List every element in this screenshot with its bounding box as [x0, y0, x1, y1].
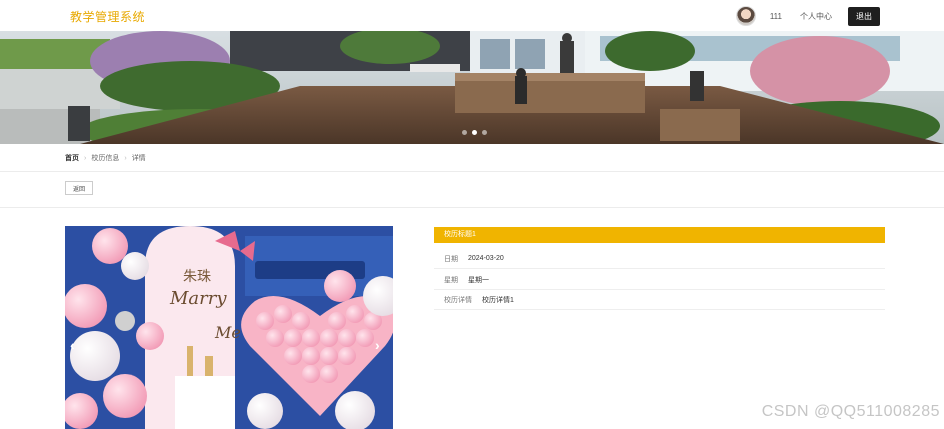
carousel-dot-active[interactable] — [472, 130, 477, 135]
carousel-dot[interactable] — [482, 130, 487, 135]
divider — [0, 171, 944, 172]
photo-text-script: Marry — [169, 288, 227, 309]
content-label: 校历详情 — [444, 296, 472, 304]
app-logo[interactable]: 教学管理系统 — [70, 8, 145, 25]
user-center-link[interactable]: 个人中心 — [800, 11, 832, 22]
carousel-prev-icon[interactable]: ‹ — [70, 338, 75, 352]
detail-image: 朱珠 Marry Me — [65, 226, 393, 429]
date-value: 2024-03-20 — [468, 255, 504, 262]
weekday-value: 星期一 — [468, 276, 489, 284]
breadcrumb-separator: › — [84, 154, 87, 162]
content-value: 校历详情1 — [482, 296, 514, 304]
breadcrumb-separator: › — [124, 154, 127, 162]
date-label: 日期 — [444, 255, 458, 263]
user-area: 111 个人中心 退出 — [735, 4, 880, 28]
carousel-indicators — [462, 130, 487, 135]
breadcrumb: 首页 › 校历信息 › 详情 — [65, 153, 146, 163]
breadcrumb-home[interactable]: 首页 — [65, 153, 79, 163]
photo-text-cn: 朱珠 — [183, 269, 211, 285]
detail-row-content: 校历详情 校历详情1 — [434, 290, 885, 310]
logout-button[interactable]: 退出 — [848, 6, 880, 26]
detail-row-date: 日期 2024-03-20 — [434, 249, 885, 269]
breadcrumb-section[interactable]: 校历信息 — [91, 153, 119, 163]
banner-carousel[interactable] — [0, 31, 944, 144]
weekday-label: 星期 — [444, 276, 458, 284]
avatar[interactable] — [735, 6, 756, 26]
back-button[interactable]: 返回 — [65, 181, 93, 195]
photo-text-script2: Me — [214, 323, 241, 342]
carousel-dot[interactable] — [462, 130, 467, 135]
divider — [0, 207, 944, 208]
top-navbar: 教学管理系统 111 个人中心 退出 — [0, 0, 944, 31]
detail-row-weekday: 星期 星期一 — [434, 270, 885, 290]
carousel-next-icon[interactable]: › — [375, 338, 380, 352]
watermark: CSDN @QQ511008285 — [761, 403, 940, 420]
detail-image-carousel[interactable]: 朱珠 Marry Me — [65, 226, 393, 429]
user-name: 111 — [769, 11, 782, 21]
detail-title: 校历标题1 — [434, 227, 885, 243]
breadcrumb-current: 详情 — [131, 155, 146, 162]
banner-image — [0, 31, 944, 144]
